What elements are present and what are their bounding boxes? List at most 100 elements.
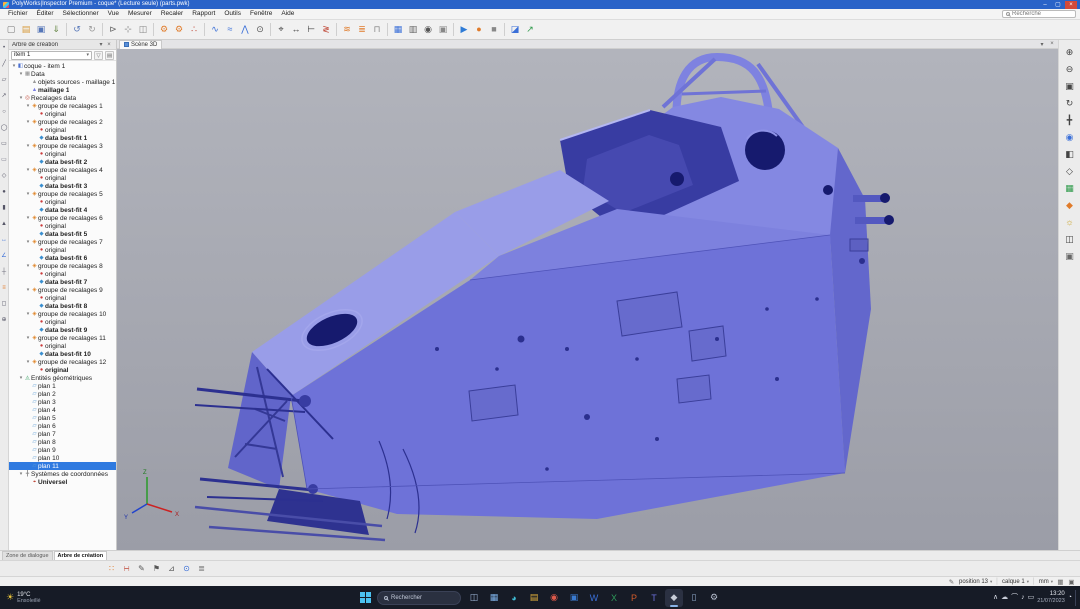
file-explorer-icon[interactable]: ▤ bbox=[525, 589, 543, 607]
tree-item[interactable]: ◆data best-fit 10 bbox=[9, 350, 116, 358]
table-icon[interactable]: ▥ bbox=[406, 22, 420, 37]
menu-aide[interactable]: Aide bbox=[277, 9, 298, 19]
onedrive-cloud-icon[interactable]: ☁ bbox=[1001, 589, 1008, 607]
widgets-icon[interactable]: ▦ bbox=[485, 589, 503, 607]
curve-icon[interactable]: ≈ bbox=[223, 22, 237, 37]
cylinder-tool-icon[interactable]: ▮ bbox=[0, 204, 8, 212]
tree-item[interactable]: ●original bbox=[9, 126, 116, 134]
tree-item[interactable]: ▾◈groupe de recalages 4 bbox=[9, 166, 116, 174]
tree-item[interactable]: ⌖Universel bbox=[9, 478, 116, 486]
battery-icon[interactable]: ▭ bbox=[1028, 589, 1035, 607]
circle-tool-icon[interactable]: ○ bbox=[0, 108, 8, 116]
tree-item[interactable]: ▱plan 1 bbox=[9, 382, 116, 390]
save-icon[interactable]: ▣ bbox=[34, 22, 48, 37]
polyline-icon[interactable]: ⋀ bbox=[238, 22, 252, 37]
ruler-icon[interactable]: ⊿ bbox=[165, 562, 178, 575]
standard-views-icon[interactable]: ◧ bbox=[1063, 148, 1077, 161]
tree-item[interactable]: ▱plan 2 bbox=[9, 390, 116, 398]
import-icon[interactable]: ⇓ bbox=[49, 22, 63, 37]
select-elements-icon[interactable]: ⊳ bbox=[106, 22, 120, 37]
tree-item[interactable]: ▾◈groupe de recalages 8 bbox=[9, 262, 116, 270]
outlook-icon[interactable]: ▣ bbox=[565, 589, 583, 607]
tree-item[interactable]: ▾▦Data bbox=[9, 70, 116, 78]
plane-tool-icon[interactable]: ▱ bbox=[0, 76, 8, 84]
comment-tool-icon[interactable]: ◻ bbox=[0, 300, 8, 308]
tree-item[interactable]: ●original bbox=[9, 110, 116, 118]
report-chart-icon[interactable]: ◪ bbox=[508, 22, 522, 37]
excel-icon[interactable]: X bbox=[605, 589, 623, 607]
polyworks-icon[interactable]: ◆ bbox=[665, 589, 683, 607]
comb-icon[interactable]: ≣ bbox=[355, 22, 369, 37]
grid-icon[interactable]: ▦ bbox=[391, 22, 405, 37]
probed-points-icon[interactable]: ∺ bbox=[120, 562, 133, 575]
word-icon[interactable]: W bbox=[585, 589, 603, 607]
digitized-points-icon[interactable]: ∷ bbox=[105, 562, 118, 575]
layers-icon[interactable]: ≣ bbox=[195, 562, 208, 575]
tree-item[interactable]: ▾◎Recalages data bbox=[9, 94, 116, 102]
tree-item[interactable]: ●original bbox=[9, 174, 116, 182]
tree-item[interactable]: ●original bbox=[9, 222, 116, 230]
wireframe-icon[interactable]: ▦ bbox=[1063, 182, 1077, 195]
tree-item[interactable]: ◆data best-fit 5 bbox=[9, 230, 116, 238]
record-macro-icon[interactable]: ● bbox=[472, 22, 486, 37]
tree-item[interactable]: ◆data best-fit 2 bbox=[9, 158, 116, 166]
teams-icon[interactable]: T bbox=[645, 589, 663, 607]
search-input[interactable] bbox=[1012, 11, 1072, 17]
status-position[interactable]: position 13▾ bbox=[959, 579, 992, 585]
screenshot-icon[interactable]: ▣ bbox=[1063, 250, 1077, 263]
tree-item[interactable]: ▾◈groupe de recalages 11 bbox=[9, 334, 116, 342]
open-project-icon[interactable]: ▤ bbox=[19, 22, 33, 37]
tree-item[interactable]: ▲objets sources - maillage 1 bbox=[9, 78, 116, 86]
airfoil-icon[interactable]: ≋ bbox=[340, 22, 354, 37]
tree-item[interactable]: ▾◈groupe de recalages 6 bbox=[9, 214, 116, 222]
tree-item[interactable]: ●original bbox=[9, 198, 116, 206]
start-button[interactable] bbox=[357, 590, 373, 606]
datum-points-icon[interactable]: ∴ bbox=[187, 22, 201, 37]
tree-item[interactable]: ◆data best-fit 6 bbox=[9, 254, 116, 262]
distance-tool-icon[interactable]: ↔ bbox=[0, 236, 8, 244]
tree-item[interactable]: ▾◈groupe de recalages 7 bbox=[9, 238, 116, 246]
minimize-button[interactable]: – bbox=[1039, 1, 1051, 9]
pin-icon[interactable]: ▾ bbox=[97, 41, 105, 48]
status-calque[interactable]: calque 1▾ bbox=[1002, 579, 1029, 585]
magnifier-icon[interactable]: ⊙ bbox=[253, 22, 267, 37]
tab-arbre-de-creation[interactable]: Arbre de création bbox=[54, 551, 108, 560]
tray-chevron-icon[interactable]: ∧ bbox=[993, 589, 998, 607]
tree-item[interactable]: ▱plan 8 bbox=[9, 438, 116, 446]
section-tool-icon[interactable]: ≡ bbox=[0, 284, 8, 292]
taskbar-search[interactable]: Rechercher bbox=[377, 591, 461, 605]
menu-outils[interactable]: Outils bbox=[220, 9, 245, 19]
spline-icon[interactable]: ∿ bbox=[208, 22, 222, 37]
grid-toggle-icon[interactable]: ▦ bbox=[1056, 578, 1065, 586]
tree-item[interactable]: ▾◈groupe de recalages 1 bbox=[9, 102, 116, 110]
zoom-fit-icon[interactable]: ▣ bbox=[1063, 80, 1077, 93]
notifications-icon[interactable]: ◔ bbox=[1068, 589, 1072, 607]
status-mm[interactable]: mm▾ bbox=[1039, 579, 1053, 585]
tree-item[interactable]: ●original bbox=[9, 318, 116, 326]
tree-item[interactable]: ▱plan 6 bbox=[9, 422, 116, 430]
cone-tool-icon[interactable]: ▲ bbox=[0, 220, 8, 228]
settings-icon[interactable]: ⚙ bbox=[705, 589, 723, 607]
tree-item[interactable]: ▾◈groupe de recalages 5 bbox=[9, 190, 116, 198]
powerpoint-icon[interactable]: P bbox=[625, 589, 643, 607]
taskbar-clock[interactable]: 13:20 21/07/2023 bbox=[1037, 591, 1065, 605]
viewport-close-icon[interactable]: × bbox=[1048, 41, 1056, 48]
ellipse-tool-icon[interactable]: ◯ bbox=[0, 124, 8, 132]
angle-tool-icon[interactable]: ∠ bbox=[0, 252, 8, 260]
tree-item[interactable]: ▱plan 4 bbox=[9, 406, 116, 414]
tree-item[interactable]: ◆data best-fit 1 bbox=[9, 134, 116, 142]
line-tool-icon[interactable]: ╱ bbox=[0, 60, 8, 68]
surface-render-icon[interactable]: ◆ bbox=[1063, 199, 1077, 212]
menu-recaler[interactable]: Recaler bbox=[157, 9, 187, 19]
pan-view-icon[interactable]: ╋ bbox=[1063, 114, 1077, 127]
menu-search-box[interactable] bbox=[1002, 10, 1076, 18]
tree-item[interactable]: ●original bbox=[9, 246, 116, 254]
split-view-icon[interactable]: ◫ bbox=[136, 22, 150, 37]
rectangle-tool-icon[interactable]: ▭ bbox=[0, 156, 8, 164]
vector-tool-icon[interactable]: ↗ bbox=[0, 92, 8, 100]
gear-align-icon[interactable]: ⚙ bbox=[157, 22, 171, 37]
tree-item[interactable]: ▾◈groupe de recalages 10 bbox=[9, 310, 116, 318]
task-view-icon[interactable]: ◫ bbox=[465, 589, 483, 607]
menu-fichier[interactable]: Fichier bbox=[4, 9, 32, 19]
tree-item[interactable]: ◆data best-fit 3 bbox=[9, 182, 116, 190]
